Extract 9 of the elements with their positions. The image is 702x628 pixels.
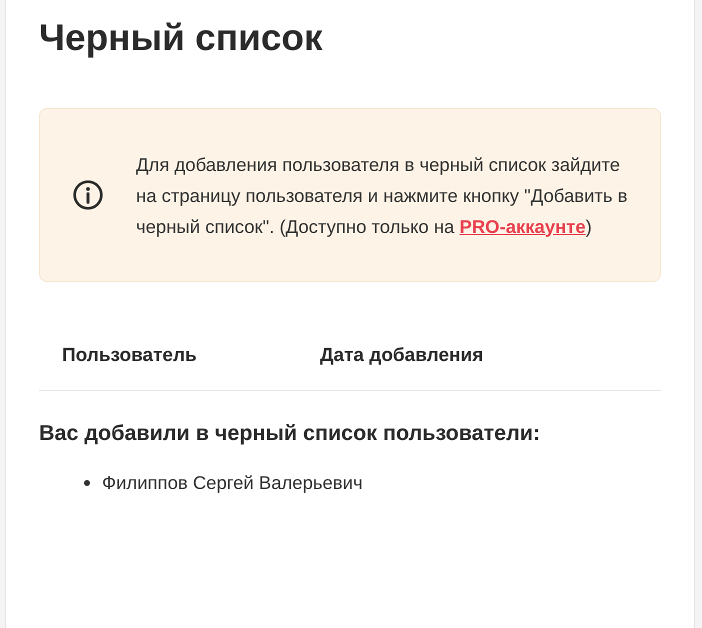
section-heading: Вас добавили в черный список пользователи: (39, 420, 542, 447)
pro-account-link[interactable]: PRO-аккаунте (459, 216, 586, 236)
bullet-icon (84, 480, 90, 486)
column-header: Пользователь (62, 344, 198, 368)
user-name: Филиппов Сергей Валерьевич (102, 471, 363, 495)
page-title: Черный список (39, 16, 324, 60)
column-header: Дата добавления (320, 344, 484, 368)
info-icon (72, 179, 104, 211)
notice-text: Для добавления пользователя в черный список зайдите на страницу пользователя и нажмите кнопку "Добавить в черный список". (Доступно только на PRO-аккаунте) (136, 152, 628, 239)
